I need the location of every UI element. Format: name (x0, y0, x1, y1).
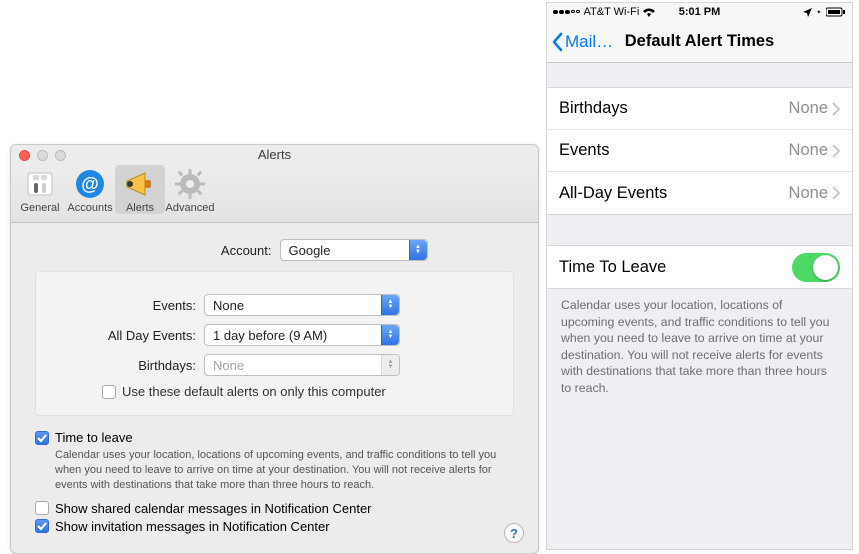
time-to-leave-description: Calendar uses your location, locations o… (55, 448, 514, 493)
birthdays-label: Birthdays: (56, 358, 196, 373)
updown-icon: ▲▼ (381, 325, 399, 345)
at-sign-icon: @ (73, 167, 107, 201)
cell-allday-value: None (789, 184, 828, 203)
chevron-right-icon (832, 186, 840, 200)
help-button[interactable]: ? (504, 523, 524, 543)
alert-times-list: Birthdays None Events None All-Day Event… (547, 87, 852, 215)
time-to-leave-group: Time To Leave (547, 245, 852, 289)
cell-birthdays-label: Birthdays (559, 99, 628, 118)
alert-defaults-group: Events: None ▲▼ All Day Events: 1 day be… (35, 271, 514, 416)
account-select[interactable]: Google ▲▼ (280, 239, 428, 261)
carrier-label: AT&T Wi-Fi (584, 6, 640, 18)
time-to-leave-switch[interactable] (792, 253, 840, 282)
nav-bar: Mail… Default Alert Times (547, 21, 852, 63)
updown-icon: ▲▼ (381, 295, 399, 315)
battery-icon (826, 7, 846, 17)
time-to-leave-checkbox[interactable] (35, 431, 49, 445)
chevron-right-icon (832, 102, 840, 116)
ios-settings-screen: AT&T Wi-Fi 5:01 PM ⋆ Mail… Default Alert… (546, 2, 853, 550)
tab-general[interactable]: General (15, 165, 65, 214)
account-row: Account: Google ▲▼ (11, 239, 538, 261)
birthdays-select[interactable]: None ▲▼ (204, 354, 400, 376)
cell-time-to-leave: Time To Leave (547, 246, 852, 288)
events-select[interactable]: None ▲▼ (204, 294, 400, 316)
bluetooth-icon: ⋆ (816, 7, 822, 18)
tab-advanced-label: Advanced (165, 202, 215, 214)
footer-options: Time to leave Calendar uses your locatio… (35, 430, 514, 534)
megaphone-icon (123, 167, 157, 201)
status-bar: AT&T Wi-Fi 5:01 PM ⋆ (547, 3, 852, 21)
wifi-icon (643, 8, 655, 17)
cell-events-value: None (789, 141, 828, 160)
allday-label: All Day Events: (56, 328, 196, 343)
allday-select[interactable]: 1 day before (9 AM) ▲▼ (204, 324, 400, 346)
cell-allday[interactable]: All-Day Events None (547, 172, 852, 214)
preferences-toolbar: General @ Accounts Alerts Advanced (11, 165, 538, 223)
show-invite-checkbox[interactable] (35, 519, 49, 533)
location-icon (803, 8, 812, 17)
updown-icon: ▲▼ (381, 355, 399, 375)
switch-icon (23, 167, 57, 201)
show-shared-label: Show shared calendar messages in Notific… (55, 501, 372, 516)
macos-alerts-window: Alerts General @ Accounts Alerts (10, 144, 539, 554)
updown-icon: ▲▼ (409, 240, 427, 260)
allday-value: 1 day before (9 AM) (213, 328, 327, 343)
account-label: Account: (122, 243, 272, 258)
events-label: Events: (56, 298, 196, 313)
events-value: None (213, 298, 244, 313)
cell-allday-label: All-Day Events (559, 184, 667, 203)
tab-general-label: General (15, 202, 65, 214)
chevron-right-icon (832, 144, 840, 158)
cell-birthdays-value: None (789, 99, 828, 118)
tab-alerts-label: Alerts (115, 202, 165, 214)
tab-accounts-label: Accounts (65, 202, 115, 214)
signal-icon (553, 10, 580, 15)
account-value: Google (289, 243, 331, 258)
cell-birthdays[interactable]: Birthdays None (547, 88, 852, 130)
cell-events[interactable]: Events None (547, 130, 852, 172)
time-to-leave-label: Time to leave (55, 430, 133, 445)
svg-text:@: @ (81, 174, 99, 194)
show-invite-label: Show invitation messages in Notification… (55, 519, 330, 534)
tab-alerts[interactable]: Alerts (115, 165, 165, 214)
use-defaults-label: Use these default alerts on only this co… (122, 384, 386, 399)
tab-accounts[interactable]: @ Accounts (65, 165, 115, 214)
cell-events-label: Events (559, 141, 609, 160)
nav-title: Default Alert Times (547, 32, 852, 51)
time-to-leave-footer: Calendar uses your location, locations o… (547, 289, 852, 397)
show-shared-checkbox[interactable] (35, 501, 49, 515)
birthdays-value: None (213, 358, 244, 373)
use-defaults-checkbox[interactable] (102, 385, 116, 399)
gear-icon (173, 167, 207, 201)
titlebar: Alerts (11, 145, 538, 165)
window-title: Alerts (11, 147, 538, 162)
cell-ttl-label: Time To Leave (559, 258, 666, 277)
tab-advanced[interactable]: Advanced (165, 165, 215, 214)
